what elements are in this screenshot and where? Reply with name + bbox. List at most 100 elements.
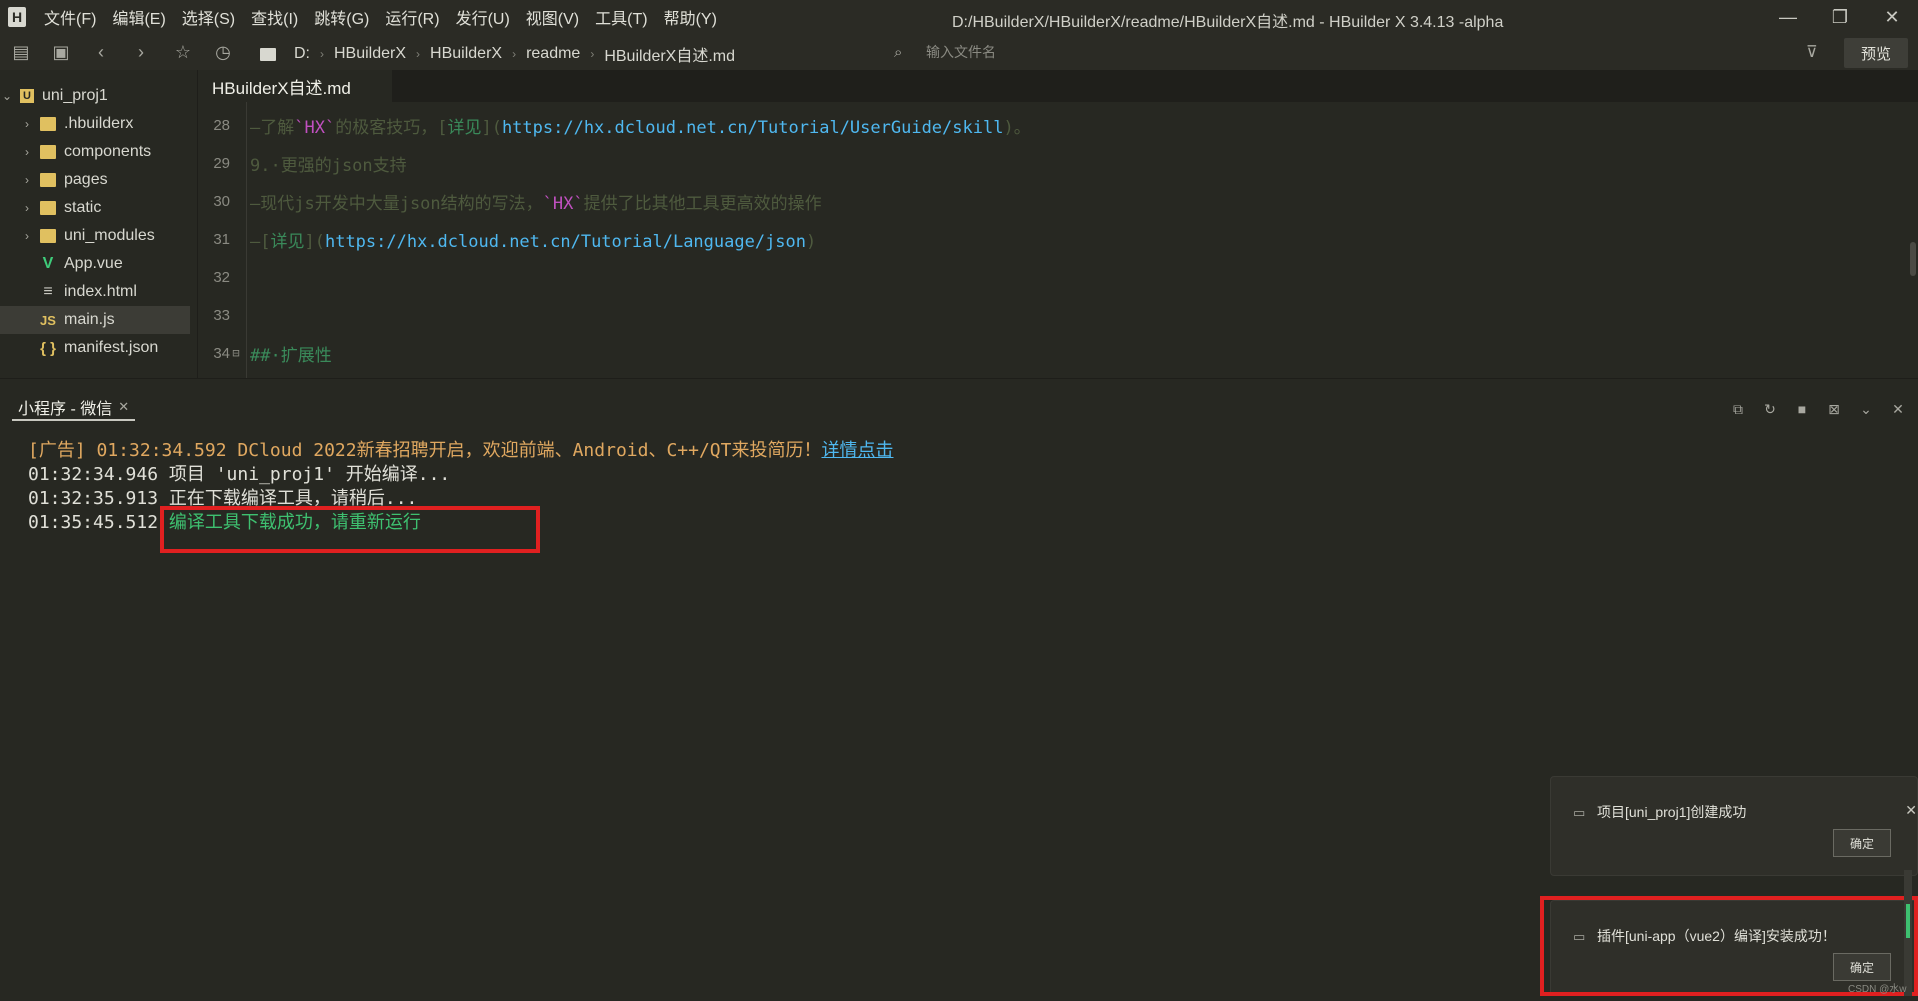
breadcrumb-item[interactable]: readme [526, 45, 580, 63]
tree-item-components[interactable]: › components [0, 138, 190, 166]
editor-scrollbar[interactable] [1908, 102, 1918, 378]
folder-icon [40, 145, 56, 159]
confirm-button[interactable]: 确定 [1833, 829, 1891, 857]
breadcrumb-item[interactable]: HBuilderX自述.md [604, 42, 735, 66]
tree-label: uni_modules [64, 227, 155, 244]
line-number: 29 [213, 154, 230, 172]
clear-console-icon[interactable]: ⊠ [1824, 399, 1844, 419]
details-link[interactable]: 详情点击 [821, 440, 893, 461]
forward-icon[interactable]: › [130, 41, 152, 63]
menu-help[interactable]: 帮助(Y) [664, 5, 717, 29]
preview-button[interactable]: 预览 [1844, 38, 1908, 68]
tree-item-index-html[interactable]: ≡ index.html [0, 278, 190, 306]
console-line: 01:32:34.946 项目 'uni_proj1' 开始编译... [28, 464, 451, 485]
run-icon[interactable]: ◷ [212, 41, 234, 63]
chevron-right-icon: › [25, 117, 29, 131]
stop-icon[interactable]: ■ [1792, 399, 1812, 419]
close-icon[interactable]: ✕ [1905, 802, 1917, 819]
folder-icon [40, 201, 56, 215]
save-icon[interactable]: ▣ [50, 41, 72, 63]
open-external-icon[interactable]: ⧉ [1728, 399, 1748, 419]
editor-tab-bar: HBuilderX自述.md [200, 70, 1918, 102]
menu-select[interactable]: 选择(S) [182, 5, 235, 29]
menu-goto[interactable]: 跳转(G) [314, 5, 369, 29]
close-window-button[interactable]: ✕ [1866, 0, 1918, 34]
project-icon: U [20, 89, 34, 103]
tree-label: .hbuilderx [64, 115, 134, 132]
tree-label: components [64, 143, 152, 160]
code-link[interactable]: https://hx.dcloud.net.cn/Tutorial/Langua… [325, 232, 806, 252]
line-content: —[详见](https://hx.dcloud.net.cn/Tutorial/… [250, 231, 817, 252]
message-icon: ▭ [1573, 805, 1586, 820]
tree-item-pages[interactable]: › pages [0, 166, 190, 194]
tree-label: index.html [64, 283, 137, 300]
code-line: 32 [200, 258, 1900, 296]
breadcrumb-item[interactable]: HBuilderX [430, 45, 502, 63]
menu-tools[interactable]: 工具(T) [595, 5, 647, 29]
code-link[interactable]: https://hx.dcloud.net.cn/Tutorial/UserGu… [502, 118, 1004, 138]
highlight-annotation [160, 506, 540, 553]
toolbar: ▤ ▣ ‹ › ☆ ◷ D: › HBuilderX › HBuilderX › re… [0, 34, 1918, 70]
tree-label: App.vue [64, 255, 123, 272]
star-icon[interactable]: ☆ [172, 41, 194, 63]
tree-item-manifest-json[interactable]: { } manifest.json [0, 334, 190, 362]
line-number: 32 [213, 268, 230, 286]
folder-icon [40, 173, 56, 187]
js-file-icon: JS [40, 312, 56, 328]
back-icon[interactable]: ‹ [90, 41, 112, 63]
menu-publish[interactable]: 发行(U) [456, 5, 510, 29]
tree-item-static[interactable]: › static [0, 194, 190, 222]
code-editor[interactable]: 28 —了解`HX`的极客技巧，[详见](https://hx.dcloud.n… [200, 102, 1918, 378]
chevron-right-icon: › [320, 47, 324, 61]
scroll-thumb[interactable] [1906, 904, 1910, 938]
notification-text: 项目[uni_proj1]创建成功 [1597, 804, 1747, 820]
tree-project-root[interactable]: ⌄ U uni_proj1 [0, 82, 190, 110]
chevron-down-icon[interactable]: ⌄ [1856, 399, 1876, 419]
tree-label: static [64, 199, 102, 216]
menu-run[interactable]: 运行(R) [385, 5, 439, 29]
breadcrumb-item[interactable]: D: [294, 45, 310, 63]
filter-icon[interactable]: ⊽ [1806, 42, 1818, 62]
search-file-icon: ⌕ [894, 43, 903, 61]
title-bar: H 文件(F) 编辑(E) 选择(S) 查找(I) 跳转(G) 运行(R) 发行… [0, 0, 1918, 34]
restart-icon[interactable]: ↻ [1760, 399, 1780, 419]
hbuilder-logo-icon: H [8, 7, 26, 27]
panel-actions: ⧉ ↻ ■ ⊠ ⌄ ✕ [1728, 399, 1908, 419]
tree-item-hbuilderx[interactable]: › .hbuilderx [0, 110, 190, 138]
fold-toggle-icon[interactable]: ⊟ [230, 346, 242, 360]
vue-file-icon: V [42, 255, 54, 272]
notification-project-created: ▭ 项目[uni_proj1]创建成功 ✕ 确定 [1550, 776, 1918, 876]
new-file-icon[interactable]: ▤ [10, 41, 32, 63]
tab-wechat-miniprogram[interactable]: 小程序 - 微信 ✕ [12, 395, 136, 421]
chevron-right-icon: › [590, 47, 595, 61]
tree-item-main-js[interactable]: JS main.js [0, 306, 190, 334]
tree-item-app-vue[interactable]: V App.vue [0, 250, 190, 278]
close-icon[interactable]: ✕ [118, 399, 129, 415]
code-line: 33 [200, 296, 1900, 334]
chevron-right-icon: › [416, 47, 421, 61]
tab-readme[interactable]: HBuilderX自述.md [200, 70, 392, 102]
line-content: ##·扩展性 [250, 345, 332, 366]
line-number: 33 [213, 306, 230, 324]
tree-item-uni-modules[interactable]: › uni_modules [0, 222, 190, 250]
tree-label: pages [64, 171, 108, 188]
menu-find[interactable]: 查找(I) [251, 5, 298, 29]
restore-button[interactable]: ❐ [1814, 0, 1866, 34]
scroll-thumb[interactable] [1910, 242, 1916, 276]
project-sidebar: ⌄ U uni_proj1 › .hbuilderx › components … [0, 70, 198, 378]
breadcrumb-item[interactable]: HBuilderX [334, 45, 406, 63]
line-number: 34 [213, 344, 230, 362]
file-search-input[interactable] [926, 44, 1306, 60]
menu-view[interactable]: 视图(V) [526, 5, 579, 29]
console-line: [广告] 01:32:34.592 DCloud 2022新春招聘开启，欢迎前端… [28, 440, 894, 461]
window-title: D:/HBuilderX/HBuilderX/readme/HBuilderX自… [952, 14, 1504, 31]
minimize-button[interactable]: — [1762, 0, 1814, 34]
tree-label: manifest.json [64, 339, 159, 356]
code-line: 34 ⊟ ##·扩展性 [200, 334, 1900, 372]
chevron-right-icon: › [512, 47, 517, 61]
menu-edit[interactable]: 编辑(E) [112, 5, 165, 29]
menu-file[interactable]: 文件(F) [44, 5, 96, 29]
close-all-icon[interactable]: ✕ [1888, 399, 1908, 419]
code-line: 30 —现代js开发中大量json结构的写法，`HX`提供了比其他工具更高效的操… [200, 182, 1900, 220]
line-number: 30 [213, 192, 230, 210]
